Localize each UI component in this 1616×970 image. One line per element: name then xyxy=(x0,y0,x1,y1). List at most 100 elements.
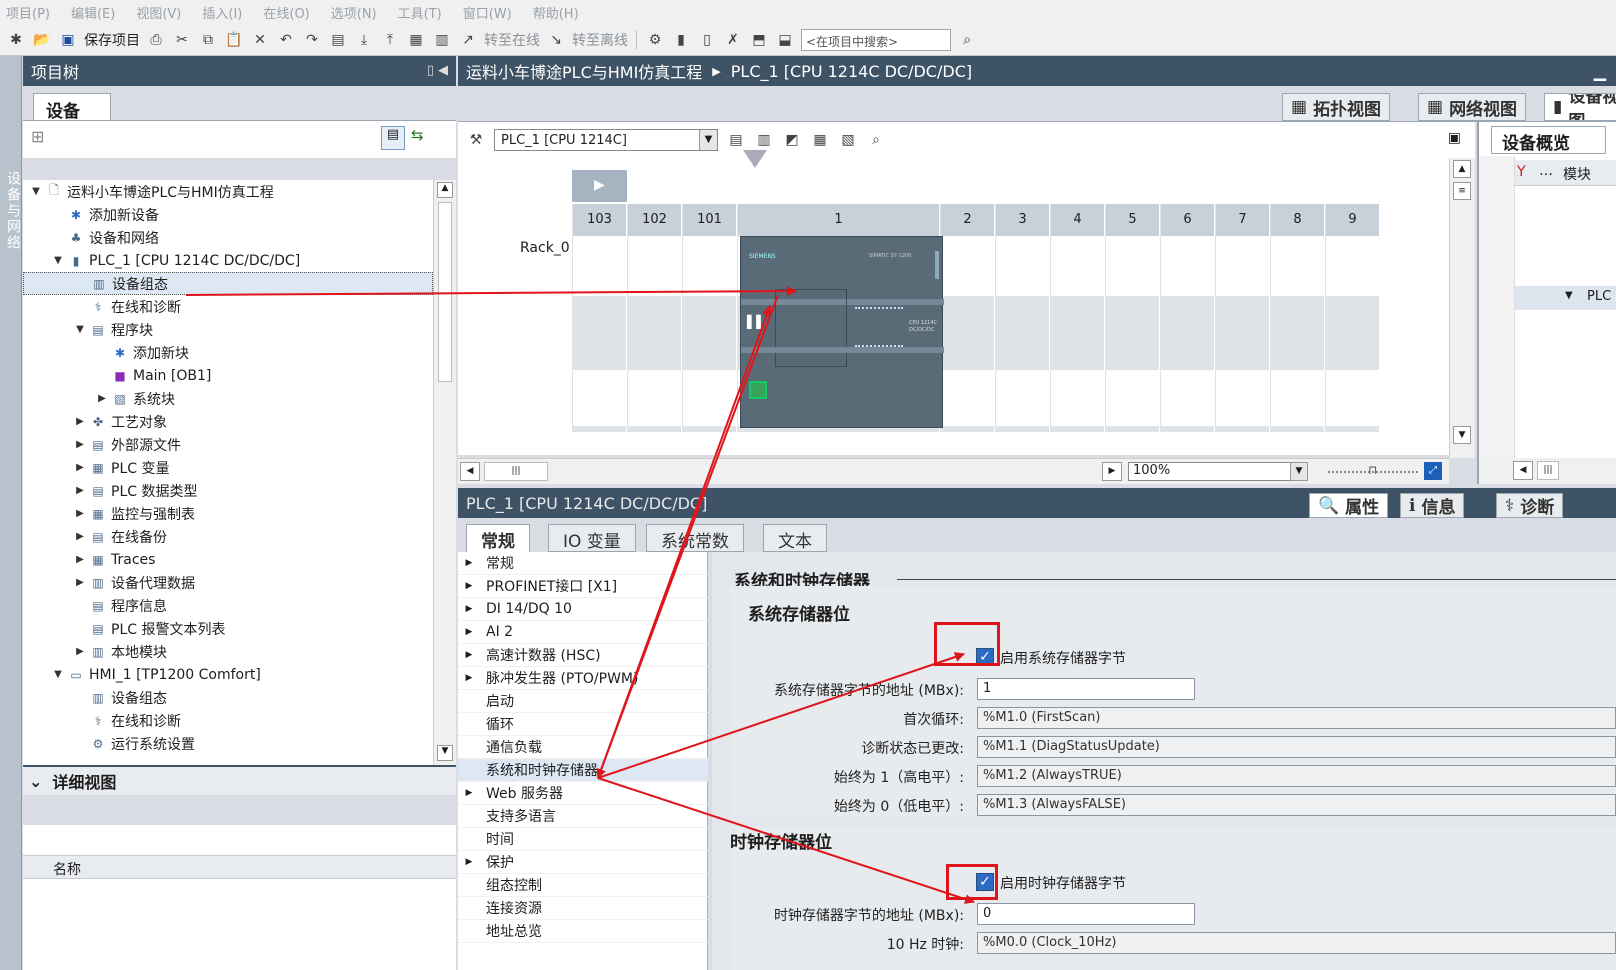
tab-network-view[interactable]: ▦ 网络视图 xyxy=(1418,93,1527,121)
nav-item[interactable]: ▶ DI 14/DQ 10 xyxy=(458,598,708,621)
tree-item[interactable]: ▶ ▦ PLC 变量 xyxy=(23,456,433,479)
scroll-up-icon[interactable]: ▲ xyxy=(1453,160,1471,178)
menu-item-5[interactable]: 选项(N) xyxy=(331,3,377,22)
tree-item[interactable]: ▼ ▮ PLC_1 [CPU 1214C DC/DC/DC] xyxy=(23,249,433,272)
collapsed-arrow-icon[interactable]: ▶ xyxy=(458,673,480,683)
go-online-button[interactable]: 转至在线 xyxy=(484,30,540,50)
tab-info[interactable]: ℹ 信息 xyxy=(1400,493,1465,518)
filter-icon[interactable]: Y xyxy=(1517,164,1526,180)
nav-item[interactable]: 循环 xyxy=(458,713,708,736)
compile-icon[interactable]: ▤ xyxy=(328,30,348,50)
nav-item[interactable]: 时间 xyxy=(458,828,708,851)
rack-slot[interactable]: 7 xyxy=(1215,204,1269,432)
delete-icon[interactable]: ✕ xyxy=(250,30,270,50)
detail-name-column-header[interactable]: 名称 xyxy=(23,855,456,879)
tab-diagnostics[interactable]: ⚕ 诊断 xyxy=(1496,493,1564,518)
simulation-icon[interactable]: ▦ xyxy=(406,30,426,50)
collapsed-arrow-icon[interactable]: ▶ xyxy=(458,627,480,637)
nav-item[interactable]: ▶ PROFINET接口 [X1] xyxy=(458,575,708,598)
tree-item[interactable]: ▶ ▥ 设备代理数据 xyxy=(23,571,433,594)
subtab-texts[interactable]: 文本 xyxy=(763,524,827,552)
collapsed-arrow-icon[interactable]: ▶ xyxy=(95,393,109,404)
cpu-module[interactable]: SIEMENS SIMATIC S7-1200 CPU 1214C DC/DC/… xyxy=(740,236,944,428)
print-icon[interactable]: ⎙ xyxy=(146,30,166,50)
zoom-slider-thumb[interactable]: ⊓ xyxy=(1368,463,1377,477)
tree-item[interactable]: ▶ ▤ 在线备份 xyxy=(23,525,433,548)
zoom-level-select[interactable]: 100% xyxy=(1128,462,1308,481)
rack-slot[interactable]: 102 xyxy=(627,204,681,432)
collapsed-arrow-icon[interactable]: ▶ xyxy=(73,485,87,496)
menu-item-6[interactable]: 工具(T) xyxy=(398,3,442,22)
canvas-vertical-scrollbar[interactable]: ▲ ≡ ▼ xyxy=(1449,158,1475,458)
nav-item[interactable]: ▶ 脉冲发生器 (PTO/PWM) xyxy=(458,667,708,690)
rack-slot[interactable]: 103 xyxy=(572,204,626,432)
profinet-port-icon[interactable] xyxy=(749,381,767,399)
collapsed-arrow-icon[interactable]: ▶ xyxy=(458,604,480,614)
nav-item[interactable]: 通信负载 xyxy=(458,736,708,759)
nav-item[interactable]: 地址总览 xyxy=(458,920,708,943)
show-names-icon[interactable]: ▥ xyxy=(754,130,774,150)
expanded-arrow-icon[interactable]: ▼ xyxy=(51,255,65,266)
tree-item[interactable]: ✱ 添加新块 xyxy=(23,341,433,364)
collapsed-arrow-icon[interactable]: ▶ xyxy=(458,650,480,660)
menu-item-7[interactable]: 窗口(W) xyxy=(463,3,512,22)
nav-item[interactable]: ▶ AI 2 xyxy=(458,621,708,644)
rack-slot[interactable]: 5 xyxy=(1105,204,1159,432)
overview-scrollbar[interactable]: ◀ ||| xyxy=(1479,458,1616,484)
download-icon[interactable]: ⤓ xyxy=(354,30,374,50)
collapsed-arrow-icon[interactable]: ▶ xyxy=(73,646,87,657)
scroll-down-icon[interactable]: ▼ xyxy=(1453,426,1471,444)
fit-page-icon[interactable]: ⤢ xyxy=(1424,462,1442,480)
scroll-left-icon[interactable]: ◀ xyxy=(1513,461,1533,480)
tree-scrollbar[interactable]: ▲ ▼ xyxy=(433,180,456,765)
tree-scroll-thumb[interactable] xyxy=(438,202,452,382)
minimize-icon[interactable]: ▁ xyxy=(1594,62,1606,81)
stop-cpu-icon[interactable]: ▯ xyxy=(697,30,717,50)
tree-item[interactable]: ▤ 程序信息 xyxy=(23,594,433,617)
nav-item[interactable]: 组态控制 xyxy=(458,874,708,897)
split-horizontal-icon[interactable]: ⬒ xyxy=(749,30,769,50)
collapse-panel-icon[interactable]: ▯ ◀ xyxy=(427,63,448,78)
cross-reference-icon[interactable]: ✗ xyxy=(723,30,743,50)
rack-slot[interactable]: 101 xyxy=(682,204,736,432)
rack-slot[interactable]: 6 xyxy=(1160,204,1214,432)
tree-item[interactable]: ■ Main [OB1] xyxy=(23,364,433,387)
overview-panel-icon[interactable]: ▣ xyxy=(1448,130,1461,146)
tree-item[interactable]: ▶ ▦ 监控与强制表 xyxy=(23,502,433,525)
tab-properties[interactable]: 🔍 属性 xyxy=(1309,493,1389,518)
overview-scroll-thumb[interactable]: ||| xyxy=(1537,461,1559,480)
device-select-dropdown[interactable]: PLC_1 [CPU 1214C] ▼ xyxy=(494,129,718,151)
expanded-arrow-icon[interactable]: ▼ xyxy=(51,669,65,680)
tree-item[interactable]: ⚕ 在线和诊断 xyxy=(23,295,433,318)
detail-view-header[interactable]: ⌄ 详细视图 xyxy=(23,765,456,795)
tree-item[interactable]: ▥ 设备组态 xyxy=(23,272,433,295)
menu-item-1[interactable]: 编辑(E) xyxy=(71,3,115,22)
menu-item-8[interactable]: 帮助(H) xyxy=(533,3,579,22)
tab-topology-view[interactable]: ▦ 拓扑视图 xyxy=(1282,93,1391,121)
go-offline-icon[interactable]: ↘ xyxy=(546,30,566,50)
tree-item[interactable]: ✱ 添加新设备 xyxy=(23,203,433,226)
menu-item-4[interactable]: 在线(O) xyxy=(263,3,309,22)
chevron-down-icon[interactable]: ⌄ xyxy=(29,772,42,791)
tree-item[interactable]: ▼ 🗋 运料小车博途PLC与HMI仿真工程 xyxy=(23,180,433,203)
device-wizard-icon[interactable]: ⚒ xyxy=(466,130,486,150)
collapsed-arrow-icon[interactable]: ▶ xyxy=(73,531,87,542)
menu-item-0[interactable]: 项目(P) xyxy=(6,3,50,22)
tree-item[interactable]: ▶ ▧ 系统块 xyxy=(23,387,433,410)
split-vertical-icon[interactable]: ⬓ xyxy=(775,30,795,50)
nav-item[interactable]: ▶ 保护 xyxy=(458,851,708,874)
expanded-arrow-icon[interactable]: ▼ xyxy=(73,324,87,335)
new-project-icon[interactable]: ✱ xyxy=(6,30,26,50)
grid-icon[interactable]: ▦ xyxy=(810,130,830,150)
tree-item[interactable]: ▼ ▭ HMI_1 [TP1200 Comfort] xyxy=(23,663,433,686)
scroll-left-icon[interactable]: ◀ xyxy=(460,462,480,481)
open-project-icon[interactable]: 📂 xyxy=(32,30,52,50)
tree-item[interactable]: ▶ ▥ 本地模块 xyxy=(23,640,433,663)
tree-item[interactable]: ♣ 设备和网络 xyxy=(23,226,433,249)
collapsed-arrow-icon[interactable]: ▶ xyxy=(73,577,87,588)
system-address-input[interactable]: 1 xyxy=(977,678,1195,700)
menu-item-3[interactable]: 插入(I) xyxy=(202,3,242,22)
table-view-icon[interactable]: ▤ xyxy=(726,130,746,150)
cut-icon[interactable]: ✂ xyxy=(172,30,192,50)
go-online-icon[interactable]: ↗ xyxy=(458,30,478,50)
